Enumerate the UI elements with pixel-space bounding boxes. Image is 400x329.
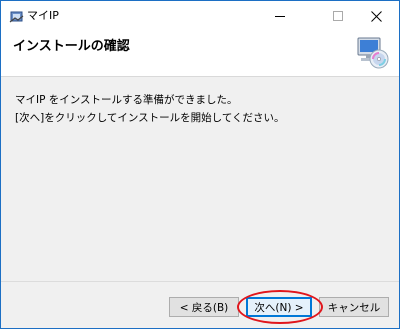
maximize-button[interactable] [319, 1, 357, 31]
close-button[interactable] [357, 1, 395, 31]
maximize-icon [333, 11, 343, 21]
minimize-icon [275, 16, 285, 17]
window-title: マイIP [27, 9, 59, 22]
close-icon [370, 10, 382, 22]
installer-window: マイIP インストールの確認 マイIP をインストールする準備ができました。 [… [0, 0, 400, 329]
next-button[interactable]: 次へ(N) > [246, 297, 312, 317]
wizard-header: インストールの確認 [1, 31, 399, 77]
ready-message: マイIP をインストールする準備ができました。 [15, 94, 238, 106]
back-button[interactable]: < 戻る(B) [169, 297, 239, 317]
page-title: インストールの確認 [13, 39, 130, 54]
installer-app-icon [9, 11, 24, 23]
cancel-button[interactable]: キャンセル [319, 297, 389, 317]
minimize-button[interactable] [261, 1, 299, 31]
instruction-message: [次へ]をクリックしてインストールを開始してください。 [15, 112, 285, 124]
footer-divider [1, 281, 399, 282]
computer-cd-icon [357, 37, 389, 69]
title-bar[interactable]: マイIP [1, 1, 399, 31]
